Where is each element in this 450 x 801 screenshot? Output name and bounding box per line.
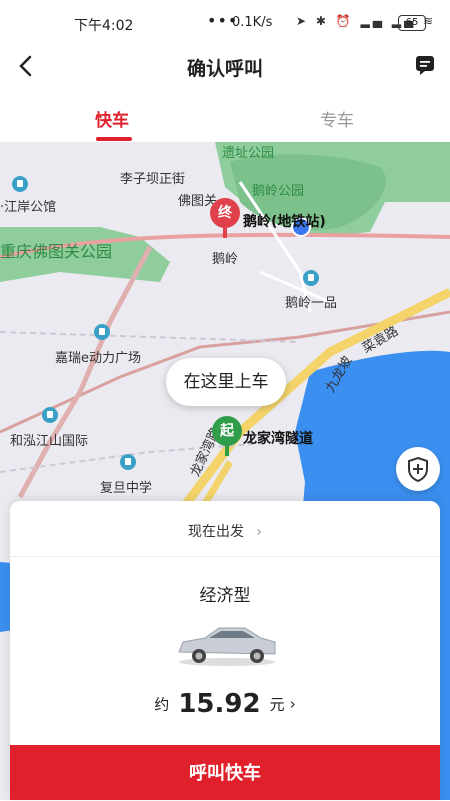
poi-icon: [94, 324, 110, 340]
price-unit: 元: [269, 695, 285, 714]
school-icon: [120, 454, 136, 470]
status-time: 下午4:02: [74, 18, 134, 34]
tab-zhuanche[interactable]: 专车: [320, 106, 354, 131]
shield-icon: [408, 456, 428, 483]
divider: [10, 556, 440, 557]
price-row[interactable]: 约 15.92 元 ›: [10, 689, 440, 719]
depart-label: 现在出发: [187, 524, 244, 540]
map-label-eling: 鹅岭: [212, 252, 239, 267]
tab-kuaiche[interactable]: 快车: [95, 106, 129, 131]
map-label-chongqing-park: 重庆佛图关公园: [0, 242, 113, 261]
map-label-eling-yipin: 鹅岭一品: [285, 296, 338, 311]
start-pin[interactable]: 起: [212, 416, 242, 456]
status-speed: 0.1K/s: [232, 15, 273, 30]
map-label-jiangan: ·江岸公馆: [0, 200, 57, 215]
status-bar: 下午4:02 ••• 0.1K/s ➤ ✱ ⏰ ▂▄ ▂▄ ≋ 65: [0, 0, 450, 44]
chevron-right-icon: ›: [256, 524, 263, 540]
tab-indicator: [96, 137, 132, 141]
map-label-hongjiang: 和泓江山国际: [10, 434, 89, 449]
poi-icon: [12, 176, 28, 192]
price-amount: 15.92: [178, 689, 261, 719]
map-label-yizhi-park: 遗址公园: [222, 146, 275, 161]
page-title: 确认呼叫: [186, 58, 263, 80]
map-label-jiarui: 嘉瑞e动力广场: [55, 351, 141, 366]
map-label-fudan: 复旦中学: [100, 481, 153, 496]
poi-icon: [303, 270, 319, 286]
car-type-label: 经济型: [199, 586, 251, 606]
depart-time-row[interactable]: 现在出发 ›: [10, 521, 440, 541]
poi-icon: [42, 407, 58, 423]
message-icon[interactable]: [414, 54, 436, 76]
tab-bar: 快车 专车: [0, 90, 450, 142]
safety-shield-button[interactable]: [396, 447, 440, 491]
battery-icon: 65: [398, 15, 426, 31]
car-icon: [178, 627, 276, 666]
map-label-eling-station: 鹅岭(地铁站): [243, 214, 326, 230]
call-taxi-button[interactable]: 呼叫快车: [10, 745, 440, 800]
pickup-bubble[interactable]: 在这里上车: [166, 358, 286, 406]
price-prefix: 约: [154, 695, 170, 714]
map-label-longjiawan: 龙家湾隧道: [243, 431, 313, 447]
map-label-lizi: 李子坝正街: [120, 172, 186, 187]
chevron-right-icon: ›: [289, 695, 296, 713]
end-pin[interactable]: 终: [210, 198, 240, 238]
map-label-eling-park: 鹅岭公园: [252, 184, 305, 199]
header: 确认呼叫: [0, 44, 450, 90]
